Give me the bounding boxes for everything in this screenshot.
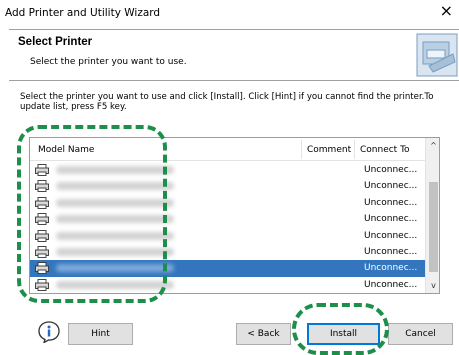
connect-to-cell: Unconnec... <box>364 165 418 175</box>
connect-to-cell: Unconnec... <box>364 214 418 225</box>
instructions-text: Select the printer you want to use and c… <box>20 92 434 112</box>
wizard-printer-icon <box>416 33 458 77</box>
back-button[interactable]: < Back <box>236 323 291 345</box>
column-connect-to[interactable]: Connect To <box>360 145 410 155</box>
hint-button[interactable]: Hint <box>68 323 133 345</box>
bottom-separator <box>0 307 459 308</box>
connect-to-cell: Unconnec... <box>364 197 418 208</box>
wizard-header: Select Printer Select the printer you wa… <box>9 29 459 81</box>
info-icon <box>38 321 60 343</box>
column-divider <box>354 140 355 159</box>
list-scrollbar[interactable]: ^ v <box>425 138 439 293</box>
highlight-model-name-column <box>17 125 167 303</box>
scroll-thumb[interactable] <box>429 182 438 272</box>
page-title: Select Printer <box>18 36 93 48</box>
scroll-up-icon[interactable]: ^ <box>426 138 439 153</box>
window-title: Add Printer and Utility Wizard <box>5 7 161 19</box>
connect-to-cell: Unconnec... <box>364 246 418 257</box>
column-divider <box>301 140 302 159</box>
column-comment[interactable]: Comment <box>307 145 351 155</box>
page-subtitle: Select the printer you want to use. <box>30 57 187 67</box>
connect-to-cell: Unconnec... <box>364 181 418 192</box>
connect-to-cell: Unconnec... <box>364 279 418 290</box>
highlight-install-button <box>292 303 389 355</box>
connect-to-cell: Unconnec... <box>364 263 418 274</box>
close-icon[interactable]: × <box>440 3 453 19</box>
scroll-down-icon[interactable]: v <box>426 278 439 293</box>
cancel-button[interactable]: Cancel <box>388 323 453 345</box>
connect-to-cell: Unconnec... <box>364 230 418 241</box>
title-bar: Add Printer and Utility Wizard × <box>0 0 459 27</box>
